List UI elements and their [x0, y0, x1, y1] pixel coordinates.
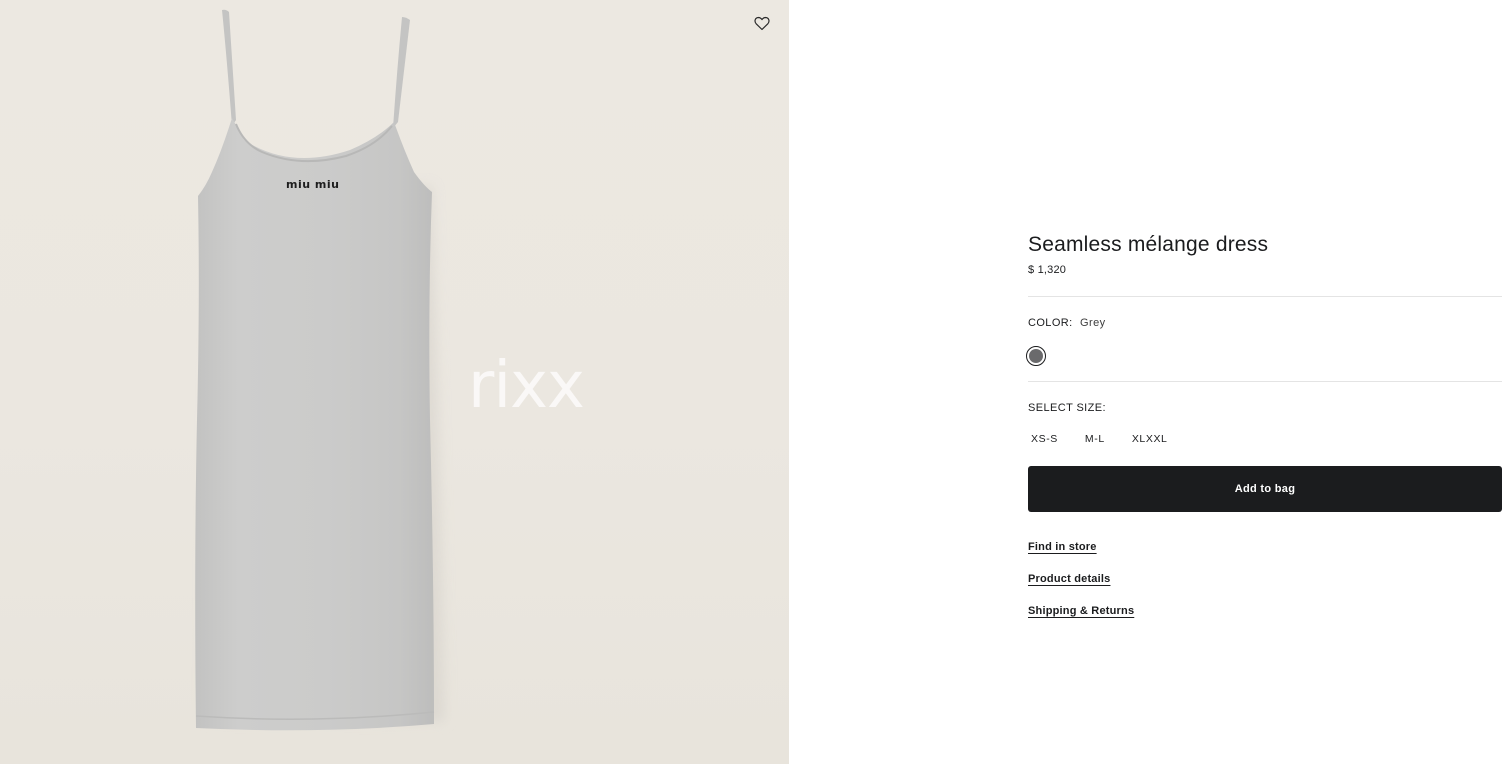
product-details-link[interactable]: Product details — [1028, 573, 1110, 585]
heart-outline-icon — [754, 16, 770, 30]
product-info-panel: Seamless mélange dress $ 1,320 COLOR: Gr… — [789, 0, 1507, 764]
product-image-panel: miu miu rixx — [0, 0, 789, 764]
product-title: Seamless mélange dress — [1028, 233, 1269, 256]
divider — [1028, 381, 1502, 382]
product-info: Seamless mélange dress $ 1,320 COLOR: Gr… — [1026, 232, 1502, 633]
size-options: XS-S M-L XLXXL — [1028, 433, 1502, 445]
image-watermark: rixx — [468, 349, 585, 423]
color-swatch-fill — [1029, 349, 1043, 363]
size-label: SELECT SIZE: — [1028, 402, 1106, 414]
color-value: Grey — [1080, 317, 1106, 329]
product-page: miu miu rixx Seamless mélange dress $ 1,… — [0, 0, 1507, 764]
product-image — [195, 9, 445, 731]
color-selector-label: COLOR: Grey — [1028, 317, 1502, 329]
product-links: Find in store Product details Shipping &… — [1028, 537, 1502, 633]
product-price: $ 1,320 — [1028, 264, 1067, 276]
size-option-xs-s[interactable]: XS-S — [1028, 433, 1061, 445]
find-in-store-link[interactable]: Find in store — [1028, 541, 1097, 553]
divider — [1028, 296, 1502, 297]
size-option-m-l[interactable]: M-L — [1082, 433, 1108, 445]
color-label: COLOR: — [1028, 317, 1073, 329]
color-swatch-grey[interactable] — [1026, 346, 1046, 366]
add-to-bag-button[interactable]: Add to bag — [1028, 466, 1502, 512]
size-option-xlxxl[interactable]: XLXXL — [1129, 433, 1171, 445]
brand-print: miu miu — [286, 178, 340, 191]
wishlist-button[interactable] — [751, 12, 773, 34]
shipping-returns-link[interactable]: Shipping & Returns — [1028, 605, 1134, 617]
